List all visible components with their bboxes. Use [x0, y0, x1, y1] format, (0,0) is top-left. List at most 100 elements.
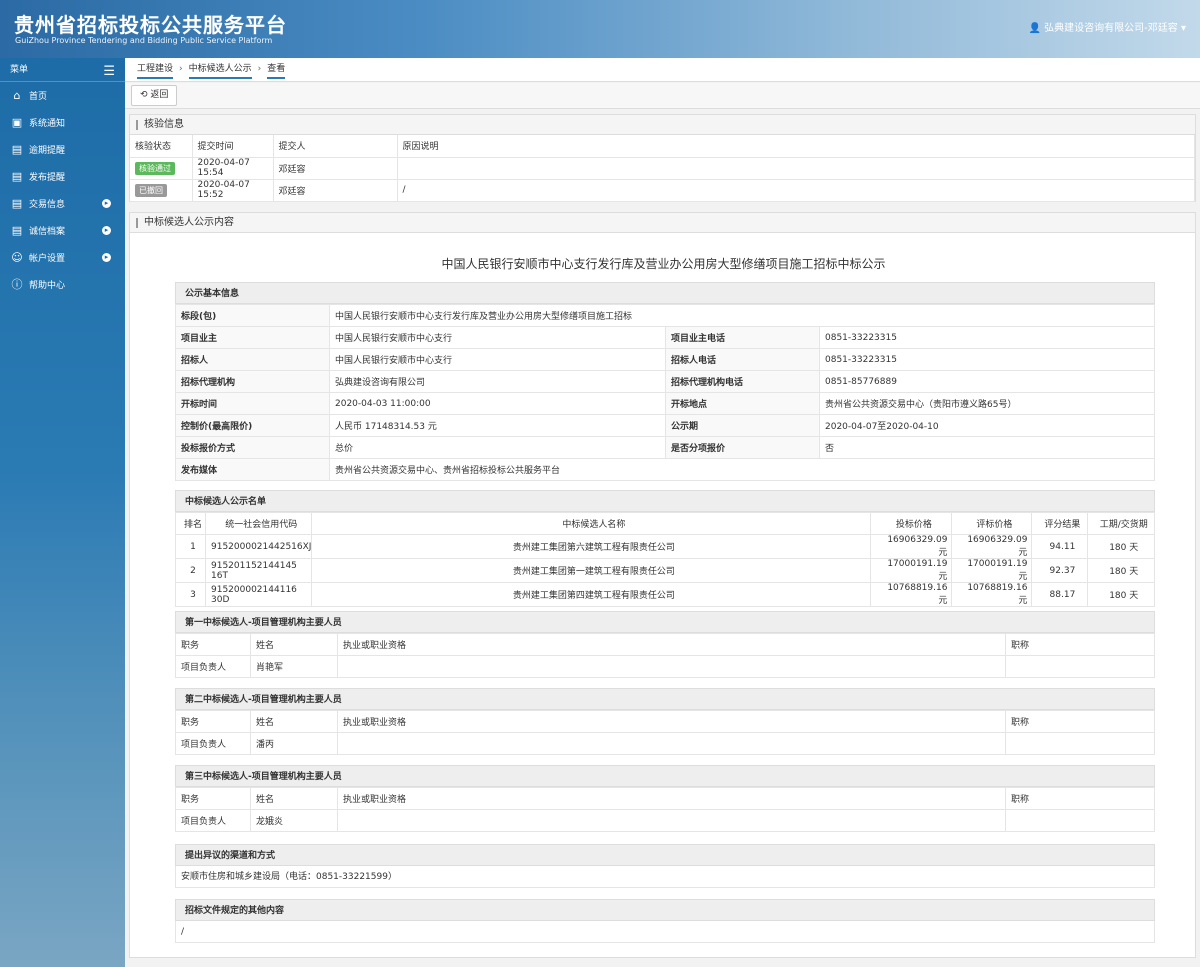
status-cell: 已撤回 [130, 179, 193, 202]
status-badge: 核验通过 [135, 161, 175, 175]
section-header: 中标候选人公示名单 [175, 490, 1155, 512]
field-label: 开标地点 [665, 392, 820, 415]
table-row: 项目负责人 潘丙 [175, 732, 1155, 755]
breadcrumb-separator: › [257, 64, 262, 74]
caret-down-icon: ▾ [1180, 23, 1186, 34]
eval-cell: 10768819.16 元 [951, 582, 1033, 607]
basic-info-table: 标段(包) 中国人民银行安顺市中心支行发行库及营业办公用房大型修缮项目施工招标 项… [175, 304, 1155, 481]
table-header-row: 职务 姓名 执业或职业资格 职称 [175, 787, 1155, 810]
column-header: 提交人 [273, 135, 398, 158]
table-header-row: 职务 姓名 执业或职业资格 职称 [175, 633, 1155, 656]
basic-info-section: 公示基本信息 标段(包) 中国人民银行安顺市中心支行发行库及营业办公用房大型修缮项… [175, 282, 1155, 481]
sidebar-item-help[interactable]: ⓘ 帮助中心 [0, 271, 125, 298]
other-content-section: 招标文件规定的其他内容 / [175, 899, 1155, 943]
rank-cell: 3 [175, 582, 206, 607]
sidebar-item-label: 逾期提醒 [29, 146, 66, 156]
sidebar-item-account[interactable]: ☺ 帐户设置 ▸ [0, 244, 125, 271]
sidebar: 菜单 ☰ ⌂ 首页 ▣ 系统通知 ▤ 逾期提醒 ▤ 发布提醒 ▤ 交易信息 ▸ ▤ 诚信档案 ▸ … [0, 58, 125, 967]
section-header: 提出异议的渠道和方式 [175, 844, 1155, 866]
field-value: 2020-04-03 11:00:00 [329, 392, 666, 415]
sidebar-item-credit[interactable]: ▤ 诚信档案 ▸ [0, 217, 125, 244]
sidebar-item-publish[interactable]: ▤ 发布提醒 [0, 163, 125, 190]
section-header: 第二中标候选人-项目管理机构主要人员 [175, 688, 1155, 710]
column-header: 统一社会信用代码 [204, 512, 313, 535]
field-label: 招标人电话 [665, 348, 820, 371]
table-header-row: 核验状态 提交时间 提交人 原因说明 [130, 135, 1195, 158]
sidebar-menu-header: 菜单 ☰ [0, 58, 125, 82]
column-header: 执业或职业资格 [337, 787, 1006, 810]
column-header: 评标价格 [951, 512, 1033, 535]
column-header: 原因说明 [397, 135, 1195, 158]
column-header: 姓名 [250, 710, 338, 733]
reason-cell [397, 157, 1195, 180]
sidebar-item-overdue[interactable]: ▤ 逾期提醒 [0, 136, 125, 163]
app-title: 贵州省招标投标公共服务平台 [14, 13, 287, 37]
bid-cell: 10768819.16 元 [870, 582, 953, 607]
column-header: 排名 [175, 512, 206, 535]
field-value: 0851-33223315 [819, 348, 1155, 371]
table-row: 1 9152000021442516XJ 贵州建工集团第六建筑工程有限责任公司 … [175, 534, 1155, 559]
role-cell: 项目负责人 [175, 655, 251, 678]
period-cell: 180 天 [1087, 558, 1155, 583]
field-label: 控制价(最高限价) [175, 414, 330, 437]
hamburger-icon[interactable]: ☰ [103, 60, 115, 84]
field-label: 是否分项报价 [665, 436, 820, 459]
bid-cell: 17000191.19 元 [870, 558, 953, 583]
field-label: 招标代理机构 [175, 370, 330, 393]
column-header: 职称 [1005, 710, 1155, 733]
breadcrumb-item[interactable]: 工程建设 [137, 64, 174, 79]
sidebar-item-home[interactable]: ⌂ 首页 [0, 82, 125, 109]
column-header: 职称 [1005, 633, 1155, 656]
breadcrumb-item[interactable]: 中标候选人公示 [188, 64, 252, 79]
back-label: 返回 [150, 90, 169, 100]
back-button[interactable]: ⟲ 返回 [131, 85, 178, 106]
sidebar-item-label: 系统通知 [29, 119, 66, 129]
field-label: 项目业主 [175, 326, 330, 349]
announcement-title: 中国人民银行安顺市中心支行发行库及营业办公用房大型修缮项目施工招标中标公示 [441, 257, 886, 271]
doc-icon: ▤ [11, 224, 23, 237]
sidebar-item-label: 诚信档案 [29, 227, 66, 237]
sidebar-item-notice[interactable]: ▣ 系统通知 [0, 109, 125, 136]
list-icon: ▤ [11, 197, 23, 210]
column-header: 姓名 [250, 633, 338, 656]
column-header: 职务 [175, 710, 251, 733]
code-cell: 9152000021442516XJ [204, 534, 313, 559]
column-header: 职务 [175, 633, 251, 656]
candidates-table: 排名 统一社会信用代码 中标候选人名称 投标价格 评标价格 评分结果 工期/交货… [175, 512, 1155, 607]
verify-panel: 核验信息 核验状态 提交时间 提交人 原因说明 核验通过 2020-04-07 … [129, 114, 1196, 202]
bid-cell: 16906329.09 元 [870, 534, 953, 559]
section-header: 第三中标候选人-项目管理机构主要人员 [175, 765, 1155, 787]
period-cell: 180 天 [1087, 582, 1155, 607]
field-value: 弘典建设咨询有限公司 [329, 370, 666, 393]
field-value: 0851-33223315 [819, 326, 1155, 349]
breadcrumb-item[interactable]: 查看 [267, 64, 286, 79]
list-icon: ▤ [11, 143, 23, 156]
qualification-cell [337, 809, 1006, 832]
home-icon: ⌂ [13, 89, 21, 102]
score-cell: 94.11 [1031, 534, 1089, 559]
objection-section: 提出异议的渠道和方式 安顺市住房和城乡建设局（电话：0851-33221599） [175, 844, 1155, 888]
user-icon: ☺ [11, 251, 23, 264]
content-panel: 中标候选人公示内容 中国人民银行安顺市中心支行发行库及营业办公用房大型修缮项目施… [129, 212, 1196, 958]
person-cell: 邓廷容 [273, 179, 398, 202]
sidebar-item-label: 发布提醒 [29, 173, 66, 183]
breadcrumb: 工程建设 › 中标候选人公示 › 查看 [125, 58, 1200, 82]
user-menu[interactable]: 👤 弘典建设咨询有限公司-邓廷容 ▾ [1029, 19, 1186, 34]
name-cell: 贵州建工集团第四建筑工程有限责任公司 [311, 582, 872, 607]
time-cell: 2020-04-07 15:54 [192, 157, 274, 180]
status-badge: 已撤回 [135, 183, 167, 197]
sidebar-item-label: 帮助中心 [29, 281, 66, 291]
score-cell: 92.37 [1031, 558, 1089, 583]
rank-cell: 1 [175, 534, 206, 559]
column-header: 中标候选人名称 [311, 512, 872, 535]
sidebar-item-trade[interactable]: ▤ 交易信息 ▸ [0, 190, 125, 217]
field-value: 中国人民银行安顺市中心支行发行库及营业办公用房大型修缮项目施工招标 [329, 304, 1155, 327]
help-icon: ⓘ [11, 278, 23, 291]
role-cell: 项目负责人 [175, 809, 251, 832]
field-value: 人民币 17148314.53 元 [329, 414, 666, 437]
chevron-right-icon: ▸ [102, 253, 111, 262]
name-cell: 肖艳军 [250, 655, 338, 678]
field-value: 总价 [329, 436, 666, 459]
section-header: 第一中标候选人-项目管理机构主要人员 [175, 611, 1155, 633]
column-header: 执业或职业资格 [337, 710, 1006, 733]
